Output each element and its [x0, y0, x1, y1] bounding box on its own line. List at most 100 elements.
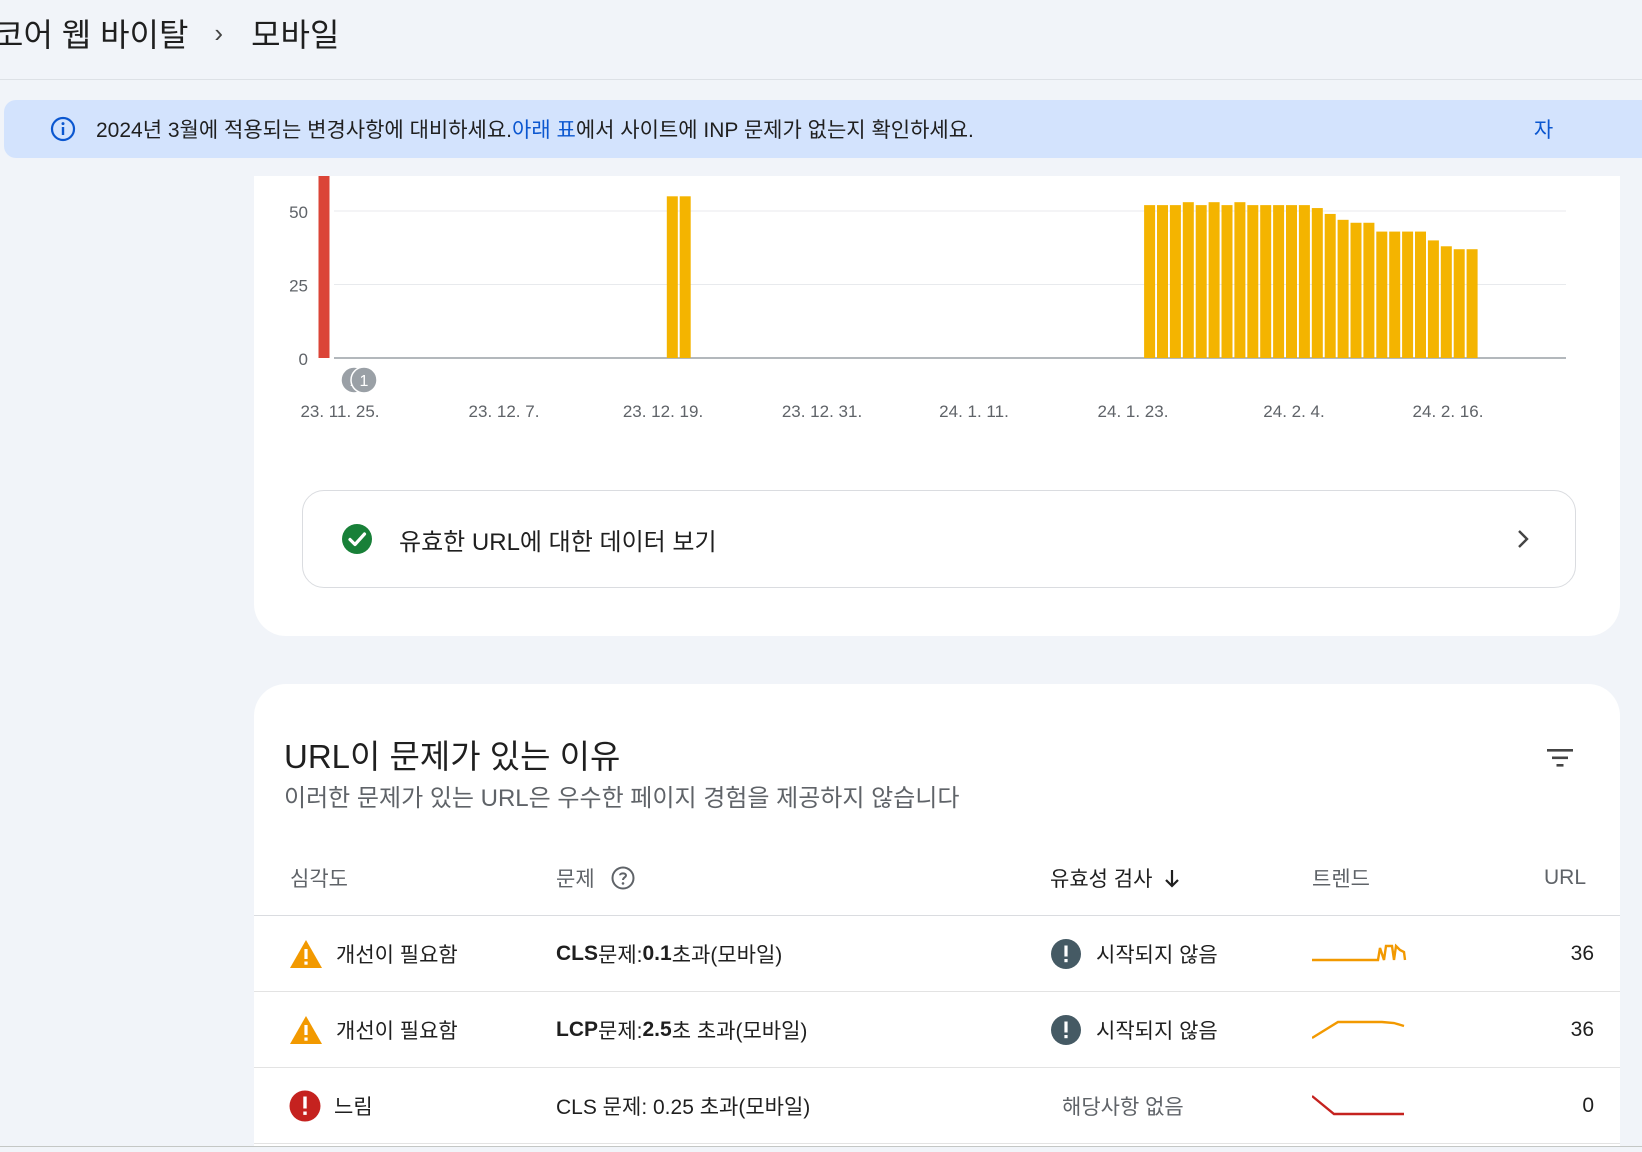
chart-bar	[666, 196, 678, 358]
breadcrumb: 코어 웹 바이탈 › 모바일	[0, 10, 339, 56]
exclamation-circle-icon	[1051, 939, 1081, 969]
valid-urls-label: 유효한 URL에 대한 데이터 보기	[399, 528, 717, 556]
chart-bar	[1182, 202, 1194, 358]
breadcrumb-parent-link[interactable]: 코어 웹 바이탈	[0, 10, 188, 56]
severity-label: 개선이 필요함	[336, 944, 458, 967]
annotation-label: 1	[360, 373, 369, 390]
check-circle-icon	[342, 524, 372, 554]
arrow-down-icon	[1165, 870, 1180, 888]
chart-bar	[1273, 205, 1285, 358]
table-row[interactable]: 개선이 필요함 CLS 문제: 0.1 초과(모바일) 시작되지 않음 36	[254, 916, 1620, 992]
issues-bar-chart: 50 25 0 11 23. 11. 25. 23. 12. 7. 23. 12. 19…	[289, 176, 1566, 421]
x-tick-label: 24. 2. 16.	[1413, 402, 1484, 421]
chart-bar	[318, 176, 330, 358]
validation-status: 시작되지 않음	[1096, 1020, 1218, 1043]
bottom-divider	[0, 1146, 1642, 1152]
x-tick-label: 23. 12. 31.	[782, 402, 862, 421]
chart-bar	[1195, 205, 1207, 358]
column-issue-label: 문제	[556, 868, 595, 891]
validation-cell: 시작되지 않음	[1050, 916, 1218, 992]
column-issue[interactable]: 문제	[556, 866, 635, 891]
x-axis-labels: 23. 11. 25. 23. 12. 7. 23. 12. 19. 23. 12. …	[300, 402, 1483, 421]
chart-bar	[1169, 205, 1181, 358]
chart-bar	[1247, 205, 1259, 358]
chart-bar	[1157, 205, 1168, 358]
issue-rest: 초 초과(모바일)	[671, 1020, 808, 1043]
table-header: 심각도 문제 유효성 검사 트렌드 URL	[254, 866, 1620, 916]
validation-cell: 시작되지 않음	[1050, 992, 1218, 1068]
trend-sparkline	[1312, 1095, 1404, 1116]
chart-bar	[1286, 205, 1297, 358]
filter-icon[interactable]	[1546, 746, 1574, 770]
issues-subtitle: 이러한 문제가 있는 URL은 우수한 페이지 경험을 제공하지 않습니다	[284, 785, 960, 812]
issue-metric: LCP	[556, 1018, 598, 1041]
chart-bar	[1427, 240, 1439, 358]
chart-bar	[1144, 205, 1156, 358]
validation-status: 시작되지 않음	[1096, 944, 1218, 967]
banner-table-link[interactable]: 아래 표	[512, 114, 576, 144]
trend-sparkline	[1312, 1020, 1405, 1040]
y-axis-labels: 50 25 0	[289, 203, 308, 369]
column-urls[interactable]: URL	[1544, 866, 1586, 890]
table-row[interactable]: 개선이 필요함 LCP 문제: 2.5 초 초과(모바일) 시작되지 않음 36	[254, 992, 1620, 1068]
chart-bar	[1389, 231, 1401, 358]
y-tick-label: 25	[289, 277, 308, 296]
chart-bar	[1337, 219, 1349, 358]
severity-cell: 느림	[288, 1068, 373, 1144]
chart-bar	[1208, 202, 1220, 358]
y-tick-label: 50	[289, 203, 308, 222]
severity-cell: 개선이 필요함	[288, 916, 458, 992]
validation-status: 해당사항 없음	[1062, 1096, 1184, 1119]
chart-bar	[1402, 231, 1414, 358]
chart-bar	[1415, 231, 1426, 358]
x-tick-label: 23. 12. 7.	[469, 402, 540, 421]
issue-mid: 문제:	[598, 1020, 643, 1043]
breadcrumb-current: 모바일	[251, 17, 340, 53]
x-tick-label: 23. 11. 25.	[300, 402, 379, 421]
exclamation-circle-icon	[1051, 1015, 1081, 1045]
chevron-right-icon	[1518, 530, 1529, 548]
table-row[interactable]: 느림 CLS 문제: 0.25 초과(모바일) 해당사항 없음 0	[254, 1068, 1620, 1144]
issue-threshold: 2.5	[642, 1018, 672, 1041]
top-bar: 코어 웹 바이탈 › 모바일	[0, 0, 1642, 80]
column-severity[interactable]: 심각도	[290, 866, 348, 891]
issues-card: URL이 문제가 있는 이유 이러한 문제가 있는 URL은 우수한 페이지 경…	[254, 684, 1620, 1152]
issue-cell: CLS 문제: 0.1 초과(모바일)	[556, 916, 782, 992]
x-tick-label: 24. 1. 11.	[939, 402, 1009, 421]
chart-bar	[1234, 202, 1246, 358]
banner-trailing-link[interactable]: 자	[1534, 114, 1553, 144]
validation-cell: 해당사항 없음	[1062, 1068, 1184, 1144]
trend-cell	[1312, 1068, 1412, 1144]
valid-urls-link[interactable]: 유효한 URL에 대한 데이터 보기	[302, 490, 1576, 588]
y-tick-label: 0	[299, 350, 308, 369]
error-icon	[289, 1090, 321, 1122]
chart-bar	[679, 196, 691, 358]
url-count: 36	[1570, 942, 1594, 965]
banner-text-before: 2024년 3월에 적용되는 변경사항에 대비하세요.	[96, 119, 513, 142]
issue-threshold: 0.1	[642, 942, 672, 965]
chart-bar	[1466, 249, 1478, 358]
issue-cell: CLS 문제: 0.25 초과(모바일)	[556, 1068, 810, 1144]
x-tick-label: 24. 1. 23.	[1098, 402, 1169, 421]
issue-rest: 초과(모바일)	[671, 944, 783, 967]
url-count: 0	[1582, 1094, 1594, 1117]
issue-mid: 문제:	[598, 944, 643, 967]
info-icon	[50, 116, 76, 142]
chart-bar	[1376, 231, 1388, 358]
trend-cell	[1312, 916, 1412, 992]
warning-icon	[290, 940, 322, 968]
chart-bar	[1350, 222, 1362, 358]
chart-bar	[1298, 205, 1310, 358]
warning-icon	[290, 1016, 322, 1044]
x-tick-label: 23. 12. 19.	[623, 402, 703, 421]
column-trend[interactable]: 트렌드	[1312, 866, 1370, 891]
chart-bar	[1363, 222, 1375, 358]
chart-bars	[318, 176, 1478, 358]
chart-bar	[1311, 208, 1323, 358]
chart-bar	[1221, 205, 1233, 358]
help-icon[interactable]	[611, 866, 635, 890]
column-validation[interactable]: 유효성 검사	[1050, 866, 1182, 891]
chart-annotations: 11	[340, 366, 378, 394]
chevron-right-icon: ›	[214, 17, 224, 48]
issue-metric: CLS	[556, 942, 598, 965]
